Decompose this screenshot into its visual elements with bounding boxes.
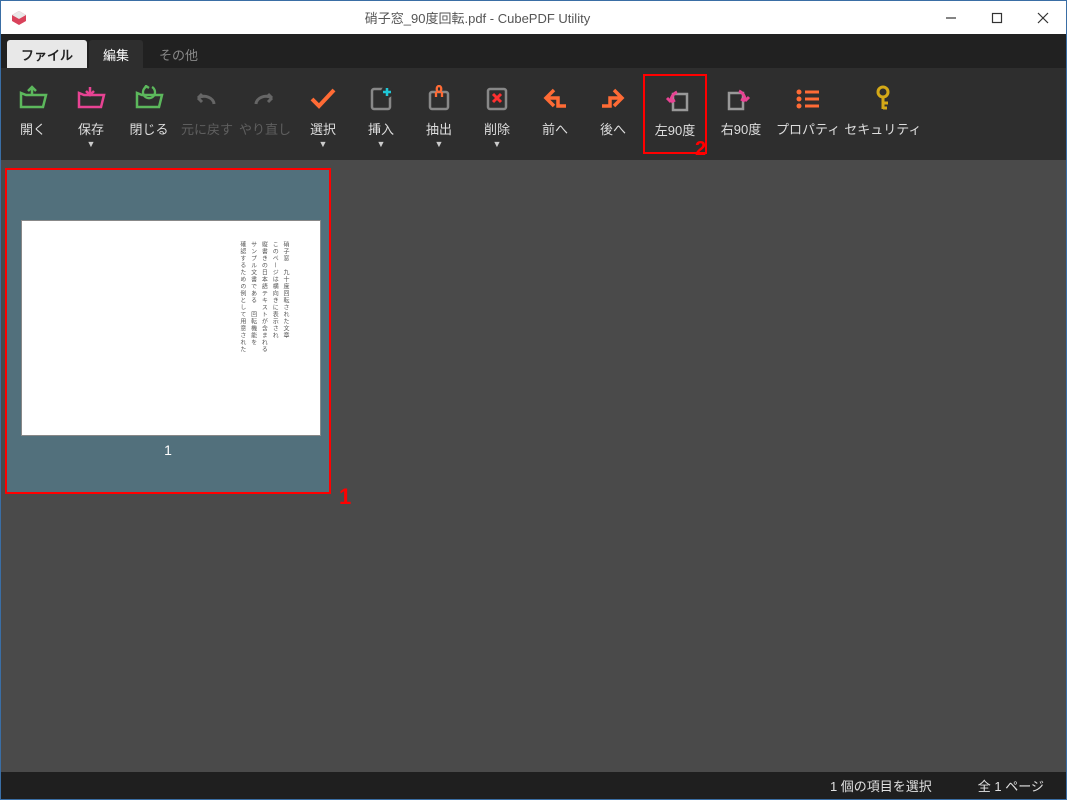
close-file-icon bbox=[134, 81, 164, 115]
prev-button[interactable]: 前へ bbox=[527, 74, 583, 154]
redo-button[interactable]: やり直し bbox=[237, 74, 293, 154]
delete-button[interactable]: 削除 ▼ bbox=[469, 74, 525, 154]
tab-bar: ファイル 編集 その他 bbox=[1, 34, 1066, 68]
close-file-button[interactable]: 閉じる bbox=[121, 74, 177, 154]
page-preview: 硝子窓 九十度回転された文章このページは横向きに表示され縦書きの日本語テキストが… bbox=[21, 220, 321, 436]
select-button[interactable]: 選択 ▼ bbox=[295, 74, 351, 154]
maximize-button[interactable] bbox=[974, 1, 1020, 34]
rotate-right-icon bbox=[725, 81, 757, 115]
titlebar: 硝子窓_90度回転.pdf - CubePDF Utility bbox=[1, 1, 1066, 34]
dropdown-icon: ▼ bbox=[87, 140, 96, 148]
security-button[interactable]: セキュリティ bbox=[843, 74, 922, 154]
insert-button[interactable]: 挿入 ▼ bbox=[353, 74, 409, 154]
dropdown-icon: ▼ bbox=[319, 140, 328, 148]
dropdown-icon: ▼ bbox=[435, 140, 444, 148]
redo-icon bbox=[250, 81, 280, 115]
extract-button[interactable]: 抽出 ▼ bbox=[411, 74, 467, 154]
open-icon bbox=[18, 81, 48, 115]
insert-icon bbox=[366, 81, 396, 115]
properties-button[interactable]: プロパティ bbox=[775, 74, 841, 154]
key-icon bbox=[871, 81, 895, 115]
annotation-1: 1 bbox=[339, 484, 351, 510]
tab-edit[interactable]: 編集 bbox=[89, 40, 143, 68]
page-text: 硝子窓 九十度回転された文章このページは横向きに表示され縦書きの日本語テキストが… bbox=[236, 241, 290, 415]
dropdown-icon: ▼ bbox=[377, 140, 386, 148]
undo-icon bbox=[192, 81, 222, 115]
list-icon bbox=[794, 81, 822, 115]
open-button[interactable]: 開く bbox=[5, 74, 61, 154]
rotate-left-icon bbox=[659, 82, 691, 116]
annotation-2: 2 bbox=[695, 138, 706, 161]
dropdown-icon: ▼ bbox=[493, 140, 502, 148]
page-number: 1 bbox=[7, 442, 329, 458]
next-icon bbox=[598, 81, 628, 115]
save-button[interactable]: 保存 ▼ bbox=[63, 74, 119, 154]
ribbon: 開く 保存 ▼ 閉じる 元に戻す やり直し 選択 ▼ 挿入 ▼ bbox=[1, 68, 1066, 160]
window-title: 硝子窓_90度回転.pdf - CubePDF Utility bbox=[27, 8, 928, 27]
check-icon bbox=[308, 81, 338, 115]
rotate-right-button[interactable]: 右90度 bbox=[709, 74, 773, 154]
status-bar: 1 個の項目を選択 全 1 ページ bbox=[1, 772, 1066, 799]
undo-button[interactable]: 元に戻す bbox=[179, 74, 235, 154]
tab-file[interactable]: ファイル bbox=[7, 40, 87, 68]
status-selected: 1 個の項目を選択 bbox=[830, 776, 932, 795]
save-icon bbox=[76, 81, 106, 115]
rotate-left-button[interactable]: 左90度 2 bbox=[643, 74, 707, 154]
close-button[interactable] bbox=[1020, 1, 1066, 34]
status-total: 全 1 ページ bbox=[978, 776, 1044, 795]
window-controls bbox=[928, 1, 1066, 34]
app-icon bbox=[11, 10, 27, 26]
minimize-button[interactable] bbox=[928, 1, 974, 34]
extract-icon bbox=[424, 81, 454, 115]
content-area: 硝子窓 九十度回転された文章このページは横向きに表示され縦書きの日本語テキストが… bbox=[1, 160, 1066, 772]
prev-icon bbox=[540, 81, 570, 115]
delete-icon bbox=[482, 81, 512, 115]
next-button[interactable]: 後へ bbox=[585, 74, 641, 154]
page-thumbnail-selected[interactable]: 硝子窓 九十度回転された文章このページは横向きに表示され縦書きの日本語テキストが… bbox=[5, 168, 331, 494]
tab-other[interactable]: その他 bbox=[145, 40, 212, 68]
